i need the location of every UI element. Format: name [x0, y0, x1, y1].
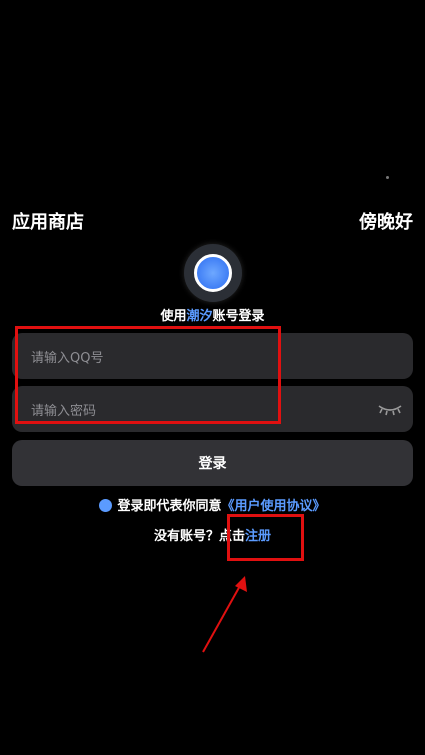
login-subtitle: 使用潮汐账号登录: [0, 305, 425, 324]
subtitle-prefix: 使用: [160, 309, 187, 324]
agreement-row: 登录即代表你同意《用户使用协议》: [0, 495, 425, 514]
eye-closed-icon[interactable]: [377, 400, 403, 418]
login-button[interactable]: 登录: [12, 440, 413, 486]
app-store-title: 应用商店: [12, 212, 84, 233]
app-logo-icon: [184, 244, 242, 302]
annotation-arrow: [202, 576, 247, 653]
check-circle-icon[interactable]: [99, 499, 113, 512]
status-dot: [386, 176, 389, 179]
agreement-link[interactable]: 《用户使用协议》: [222, 499, 326, 514]
annotation-box-inputs: [15, 326, 281, 424]
annotation-box-register: [227, 514, 304, 561]
logo-ring: [194, 254, 232, 292]
greeting-text: 傍晚好: [359, 212, 413, 233]
subtitle-brand: 潮汐: [186, 309, 213, 324]
agreement-text: 登录即代表你同意: [117, 499, 222, 514]
subtitle-suffix: 账号登录: [212, 309, 265, 324]
register-row: 没有账号？点击注册: [0, 525, 425, 544]
